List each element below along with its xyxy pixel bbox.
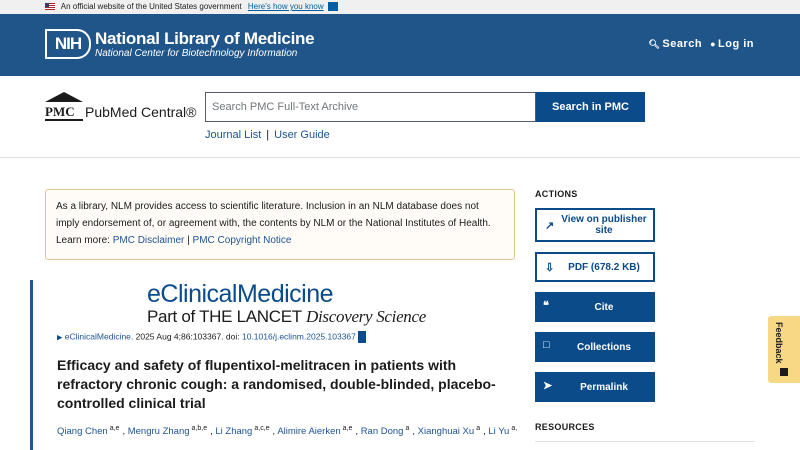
pmc-name[interactable]: PubMed Central®: [85, 104, 196, 120]
learn-more-label: Learn more:: [56, 235, 110, 246]
journal-list-link[interactable]: Journal List: [205, 129, 261, 141]
quote-icon: ❝: [543, 300, 549, 312]
author-link[interactable]: Mengru Zhang: [128, 426, 190, 437]
nlm-disclaimer-notice: As a library, NLM provides access to sci…: [45, 189, 515, 260]
download-icon: ⇩: [545, 262, 555, 274]
pdf-download-button[interactable]: ⇩ PDF (678.2 KB): [535, 252, 655, 282]
view-on-publisher-button[interactable]: ↗ View on publisher site: [535, 208, 655, 242]
author-link[interactable]: Xianghuai Xu: [418, 426, 475, 437]
external-link-icon: ↗: [545, 220, 555, 232]
ncbi-subtitle: National Center for Biotechnology Inform…: [95, 48, 298, 59]
author-list: Qiang Chen a,e, Mengru Zhang a,b,e, Li Zha…: [57, 425, 518, 438]
article-header: eClinicalMedicine Part of THE LANCET Dis…: [30, 280, 517, 450]
journal-logo-name: eClinicalMedicine: [147, 280, 334, 308]
collections-label: Collections: [577, 341, 631, 353]
pmc-logo-base: [45, 119, 83, 121]
citation-journal-link[interactable]: eClinicalMedicine: [65, 331, 131, 341]
notice-text: As a library, NLM provides access to sci…: [56, 201, 491, 229]
header-login-button[interactable]: ● Log in: [710, 38, 754, 50]
bookmark-icon: □: [543, 339, 550, 351]
author-affiliation[interactable]: a,: [511, 425, 517, 432]
header-search-button[interactable]: 🔍︎ Search: [648, 38, 702, 50]
resources-heading: RESOURCES: [535, 422, 595, 432]
feedback-icon: [780, 368, 788, 376]
us-flag-icon: [45, 3, 55, 11]
author-affiliation[interactable]: a: [405, 425, 409, 432]
notice-learn-more: Learn more: PMC Disclaimer | PMC Copyrig…: [56, 232, 504, 249]
journal-sub-prefix: Part of THE LANCET: [147, 307, 302, 326]
author-link[interactable]: Ran Dong: [361, 426, 404, 437]
expand-toggle-icon[interactable]: [327, 2, 338, 12]
author-link[interactable]: Qiang Chen: [57, 426, 108, 437]
pmc-copyright-link[interactable]: PMC Copyright Notice: [193, 235, 292, 246]
citation-line: ▶ eClinicalMedicine. 2025 Aug 4;86:10336…: [57, 331, 367, 343]
feedback-tab[interactable]: Feedback: [768, 316, 800, 383]
search-in-pmc-button[interactable]: Search in PMC: [536, 92, 645, 122]
header-search-label: Search: [662, 38, 703, 50]
pmc-disclaimer-link[interactable]: PMC Disclaimer: [113, 235, 185, 246]
author-affiliation[interactable]: a,e: [343, 425, 353, 432]
author-link[interactable]: Alimire Aierken: [277, 426, 340, 437]
heres-how-you-know-link[interactable]: Here's how you know: [248, 2, 324, 11]
pmc-bar: PMC PubMed Central® Search PMC Full-Text…: [0, 76, 800, 158]
header-actions: 🔍︎ Search ● Log in: [648, 38, 754, 50]
permalink-label: Permalink: [580, 381, 628, 393]
journal-sub-italic: Discovery Science: [306, 307, 426, 326]
feedback-label: Feedback: [774, 322, 784, 364]
permalink-button[interactable]: ➤ Permalink: [535, 372, 655, 402]
cite-button[interactable]: ❝ Cite: [535, 292, 655, 322]
author-link[interactable]: Li Zhang: [215, 426, 252, 437]
author-affiliation[interactable]: a,e: [110, 425, 120, 432]
user-guide-link[interactable]: User Guide: [274, 129, 330, 141]
author-affiliation[interactable]: a: [476, 425, 480, 432]
citation-text: . 2025 Aug 4;86:103367. doi:: [130, 331, 242, 342]
pmc-search-input[interactable]: Search PMC Full-Text Archive: [205, 92, 536, 122]
article-title: Efficacy and safety of flupentixol-melit…: [57, 357, 496, 411]
header-login-label: Log in: [718, 38, 754, 50]
pmc-roof-icon: [45, 92, 83, 102]
gov-banner: An official website of the United States…: [0, 0, 800, 14]
search-icon: 🔍︎: [648, 39, 661, 49]
author-affiliation[interactable]: a,c,e: [254, 425, 269, 432]
gov-banner-text: An official website of the United States…: [60, 2, 242, 11]
link-separator: |: [266, 129, 270, 141]
pdf-label: PDF (678.2 KB): [568, 261, 640, 273]
doi-link[interactable]: 10.1016/j.eclinm.2025.103367: [242, 331, 356, 341]
pmc-logo[interactable]: PMC: [45, 92, 83, 122]
nlm-title[interactable]: National Library of Medicine: [95, 29, 315, 49]
notice-separator: |: [187, 235, 190, 246]
view-on-publisher-label: View on publisher site: [561, 214, 647, 236]
pmc-links: Journal List | User Guide: [205, 129, 330, 141]
resources-divider: [535, 441, 755, 450]
user-icon: ●: [710, 39, 716, 49]
nih-logo[interactable]: NIH: [45, 29, 91, 59]
nih-header: NIH National Library of Medicine Nationa…: [0, 14, 800, 76]
collections-button[interactable]: □ Collections: [535, 332, 655, 362]
journal-logo-sub: Part of THE LANCET Discovery Science: [147, 307, 426, 327]
author-link[interactable]: Li Yu: [488, 426, 509, 437]
pmc-logo-text: PMC: [45, 104, 75, 119]
author-affiliation[interactable]: a,b,e: [192, 425, 208, 432]
actions-heading: ACTIONS: [535, 189, 578, 199]
share-icon: ➤: [543, 380, 553, 392]
doi-marker-icon: [358, 331, 367, 343]
expand-citation-icon[interactable]: ▶: [57, 334, 62, 341]
cite-label: Cite: [594, 301, 614, 313]
